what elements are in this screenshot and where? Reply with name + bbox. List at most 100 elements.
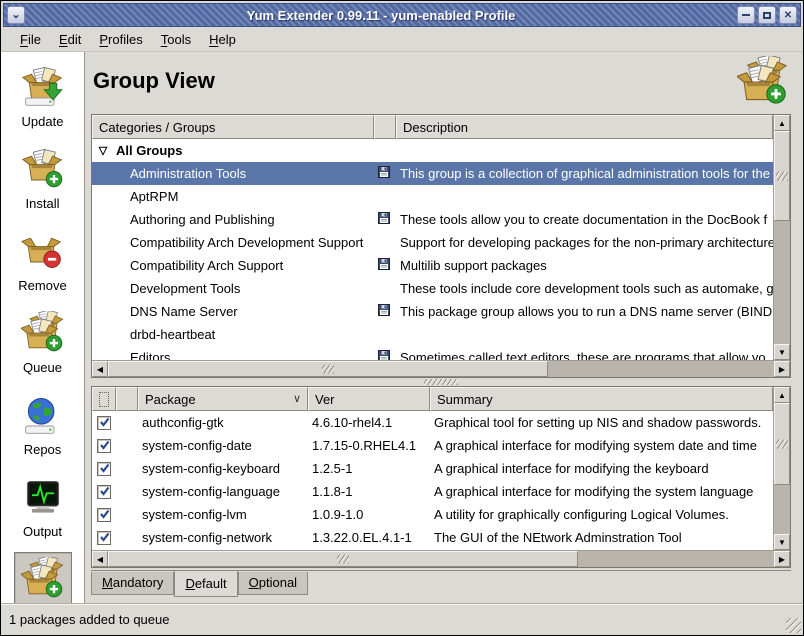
scroll-left-icon[interactable]: ◀ bbox=[92, 551, 108, 567]
maximize-button[interactable] bbox=[758, 6, 776, 24]
tab-optional[interactable]: Optional bbox=[238, 572, 308, 595]
group-hscroll-thumb[interactable] bbox=[108, 361, 548, 377]
tab-mandatory[interactable]: Mandatory bbox=[91, 572, 174, 595]
package-row[interactable]: authconfig-gtk4.6.10-rhel4.1Graphical to… bbox=[92, 411, 773, 434]
scroll-left-icon[interactable]: ◀ bbox=[92, 361, 108, 377]
window-menu-button[interactable]: ⌄ bbox=[7, 6, 25, 24]
package-summary: A utility for graphically configuring Lo… bbox=[430, 507, 773, 522]
scroll-track[interactable] bbox=[774, 485, 790, 534]
group-row[interactable]: Development ToolsThese tools include cor… bbox=[92, 277, 773, 300]
package-version: 1.0.9-1.0 bbox=[308, 507, 430, 522]
column-header-categories-groups[interactable]: Categories / Groups bbox=[92, 115, 374, 139]
group-row[interactable]: Compatibility Arch Support Multilib suppo… bbox=[92, 254, 773, 277]
group-name-cell: Compatibility Arch Support bbox=[92, 258, 374, 273]
scroll-track[interactable] bbox=[774, 221, 790, 344]
group-row[interactable]: Administration ToolsThis group is a coll… bbox=[92, 162, 773, 185]
group-horizontal-scrollbar[interactable]: ◀ ▶ bbox=[92, 360, 790, 377]
group-row[interactable]: Authoring and PublishingThese tools allo… bbox=[92, 208, 773, 231]
sidebar-item-repos[interactable]: Repos bbox=[14, 388, 72, 462]
checkbox-checked[interactable] bbox=[97, 416, 111, 430]
package-hscroll-thumb[interactable] bbox=[108, 551, 578, 567]
scroll-down-icon[interactable]: ▼ bbox=[774, 344, 790, 360]
sidebar-item-queue[interactable]: Queue bbox=[14, 306, 72, 380]
sidebar-item-output[interactable]: Output bbox=[14, 470, 72, 544]
column-header-select[interactable] bbox=[92, 387, 116, 411]
checkbox-checked[interactable] bbox=[97, 508, 111, 522]
group-description-text: These tools include core development too… bbox=[400, 281, 773, 296]
group-vertical-scrollbar[interactable]: ▲ ▼ bbox=[773, 115, 790, 360]
package-type-tabs: MandatoryDefaultOptional bbox=[91, 570, 791, 599]
scroll-track[interactable] bbox=[578, 551, 774, 567]
checkbox-checked[interactable] bbox=[97, 462, 111, 476]
package-vscroll-thumb[interactable] bbox=[774, 403, 790, 485]
scroll-down-icon[interactable]: ▼ bbox=[774, 534, 790, 550]
package-version-text: 1.7.15-0.RHEL4.1 bbox=[312, 438, 416, 453]
scroll-right-icon[interactable]: ▶ bbox=[774, 551, 790, 567]
column-header-summary[interactable]: Summary bbox=[430, 387, 773, 411]
floppy-icon bbox=[378, 350, 390, 360]
checkbox-checked[interactable] bbox=[97, 531, 111, 545]
sidebar-item-label: Remove bbox=[18, 278, 66, 293]
group-icon-cell bbox=[374, 166, 396, 181]
column-header-group-icon[interactable] bbox=[374, 115, 396, 139]
menu-profiles[interactable]: Profiles bbox=[90, 29, 151, 50]
package-select-cell bbox=[92, 508, 116, 522]
column-header-status[interactable] bbox=[116, 387, 138, 411]
group-row[interactable]: ▽All Groups bbox=[92, 139, 773, 162]
menu-edit[interactable]: Edit bbox=[50, 29, 90, 50]
expander-open-icon[interactable]: ▽ bbox=[96, 144, 110, 157]
thumb-grip bbox=[776, 172, 788, 181]
package-row[interactable]: system-config-date1.7.15-0.RHEL4.1A grap… bbox=[92, 434, 773, 457]
minimize-button[interactable] bbox=[737, 6, 755, 24]
scroll-up-icon[interactable]: ▲ bbox=[774, 387, 790, 403]
group-row[interactable]: DNS Name ServerThis package group allows… bbox=[92, 300, 773, 323]
package-horizontal-scrollbar[interactable]: ◀ ▶ bbox=[92, 550, 790, 567]
scroll-up-icon[interactable]: ▲ bbox=[774, 115, 790, 131]
package-summary-text: The GUI of the NEtwork Adminstration Too… bbox=[434, 530, 682, 545]
resize-grip[interactable] bbox=[786, 618, 801, 633]
sidebar-item-install[interactable]: Install bbox=[14, 142, 72, 216]
sidebar-item-label: Update bbox=[22, 114, 64, 129]
menu-tools[interactable]: Tools bbox=[152, 29, 200, 50]
package-summary-text: A graphical interface for modifying the … bbox=[434, 461, 709, 476]
column-header-description[interactable]: Description bbox=[396, 115, 773, 139]
column-header-package[interactable]: Package∨ bbox=[138, 387, 308, 411]
package-row[interactable]: system-config-language1.1.8-1A graphical… bbox=[92, 480, 773, 503]
sidebar-item-update[interactable]: Update bbox=[14, 60, 72, 134]
package-row[interactable]: system-config-keyboard1.2.5-1A graphical… bbox=[92, 457, 773, 480]
package-row[interactable]: system-config-lvm1.0.9-1.0A utility for … bbox=[92, 503, 773, 526]
group-name-cell: AptRPM bbox=[92, 189, 374, 204]
column-header-ver[interactable]: Ver bbox=[308, 387, 430, 411]
groups-icon bbox=[737, 56, 789, 111]
close-icon: ✕ bbox=[784, 10, 792, 21]
checkbox-checked[interactable] bbox=[97, 439, 111, 453]
group-row[interactable]: EditorsSometimes called text editors, th… bbox=[92, 346, 773, 360]
group-description: Multilib support packages bbox=[396, 258, 773, 273]
package-row[interactable]: system-config-network1.3.22.0.EL.4.1-1Th… bbox=[92, 526, 773, 549]
repos-icon bbox=[21, 393, 65, 440]
sidebar-item-remove[interactable]: Remove bbox=[11, 224, 73, 298]
package-summary: The GUI of the NEtwork Adminstration Too… bbox=[430, 530, 773, 545]
menu-help[interactable]: Help bbox=[200, 29, 245, 50]
page-title: Group View bbox=[93, 68, 215, 94]
scroll-right-icon[interactable]: ▶ bbox=[774, 361, 790, 377]
group-row[interactable]: drbd-heartbeat bbox=[92, 323, 773, 346]
titlebar[interactable]: ⌄ Yum Extender 0.99.11 - yum-enabled Pro… bbox=[3, 3, 801, 27]
close-button[interactable]: ✕ bbox=[779, 6, 797, 24]
group-row[interactable]: AptRPM bbox=[92, 185, 773, 208]
tab-default[interactable]: Default bbox=[174, 570, 237, 597]
package-table: Package∨ Ver Summary authconfig-gtk4.6.1… bbox=[91, 386, 791, 568]
menu-file[interactable]: File bbox=[11, 29, 50, 50]
group-row[interactable]: Compatibility Arch Development SupportSu… bbox=[92, 231, 773, 254]
scroll-track[interactable] bbox=[548, 361, 774, 377]
package-summary: A graphical interface for modifying the … bbox=[430, 461, 773, 476]
checkbox-checked[interactable] bbox=[97, 485, 111, 499]
package-vertical-scrollbar[interactable]: ▲ ▼ bbox=[773, 387, 790, 550]
package-version-text: 1.2.5-1 bbox=[312, 461, 352, 476]
pane-splitter[interactable] bbox=[91, 378, 791, 386]
package-rows: authconfig-gtk4.6.10-rhel4.1Graphical to… bbox=[92, 411, 773, 550]
package-version: 1.2.5-1 bbox=[308, 461, 430, 476]
group-icon-cell bbox=[374, 350, 396, 360]
group-vscroll-thumb[interactable] bbox=[774, 131, 790, 221]
package-select-cell bbox=[92, 531, 116, 545]
